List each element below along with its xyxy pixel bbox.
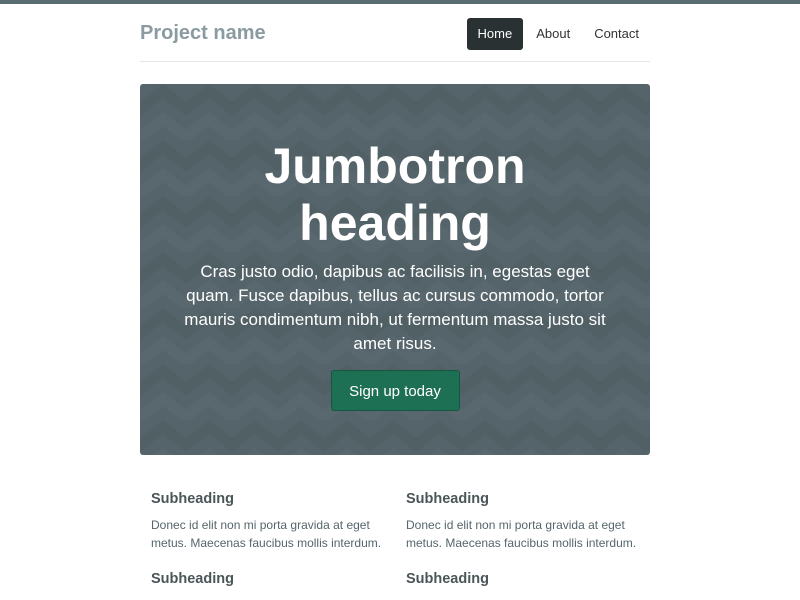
marketing-item: Subheading Donec id elit non mi porta gr… bbox=[406, 490, 646, 552]
subheading: Subheading bbox=[406, 491, 489, 507]
nav-item-contact: Contact bbox=[581, 18, 650, 50]
marketing-item: Subheading bbox=[151, 570, 391, 588]
jumbotron-content: Jumbotron heading Cras justo odio, dapib… bbox=[140, 84, 650, 411]
subheading: Subheading bbox=[406, 571, 489, 587]
nav-link-contact[interactable]: Contact bbox=[583, 18, 650, 50]
site-header: Project name Home About Contact bbox=[140, 4, 650, 62]
nav-item-about: About bbox=[523, 18, 581, 50]
nav-link-home[interactable]: Home bbox=[466, 18, 524, 50]
subheading: Subheading bbox=[151, 491, 234, 507]
subheading-text: Donec id elit non mi porta gravida at eg… bbox=[406, 518, 637, 550]
subheading: Subheading bbox=[151, 571, 234, 587]
jumbotron-lead-text: Cras justo odio, dapibus ac facilisis in… bbox=[184, 262, 606, 353]
brand-link[interactable]: Project name bbox=[140, 21, 266, 45]
main-nav: Home About Contact bbox=[465, 18, 650, 50]
nav-link-about[interactable]: About bbox=[525, 18, 581, 50]
page-container: Project name Home About Contact Jumbotro… bbox=[140, 4, 650, 587]
jumbotron-heading: Jumbotron heading bbox=[264, 138, 526, 251]
marketing-item: Subheading bbox=[406, 570, 646, 588]
sign-up-button[interactable]: Sign up today bbox=[330, 370, 460, 411]
jumbotron: Jumbotron heading Cras justo odio, dapib… bbox=[140, 84, 650, 455]
nav-item-home: Home bbox=[465, 18, 524, 50]
subheading-text: Donec id elit non mi porta gravida at eg… bbox=[151, 518, 382, 550]
marketing-item: Subheading Donec id elit non mi porta gr… bbox=[151, 490, 391, 552]
